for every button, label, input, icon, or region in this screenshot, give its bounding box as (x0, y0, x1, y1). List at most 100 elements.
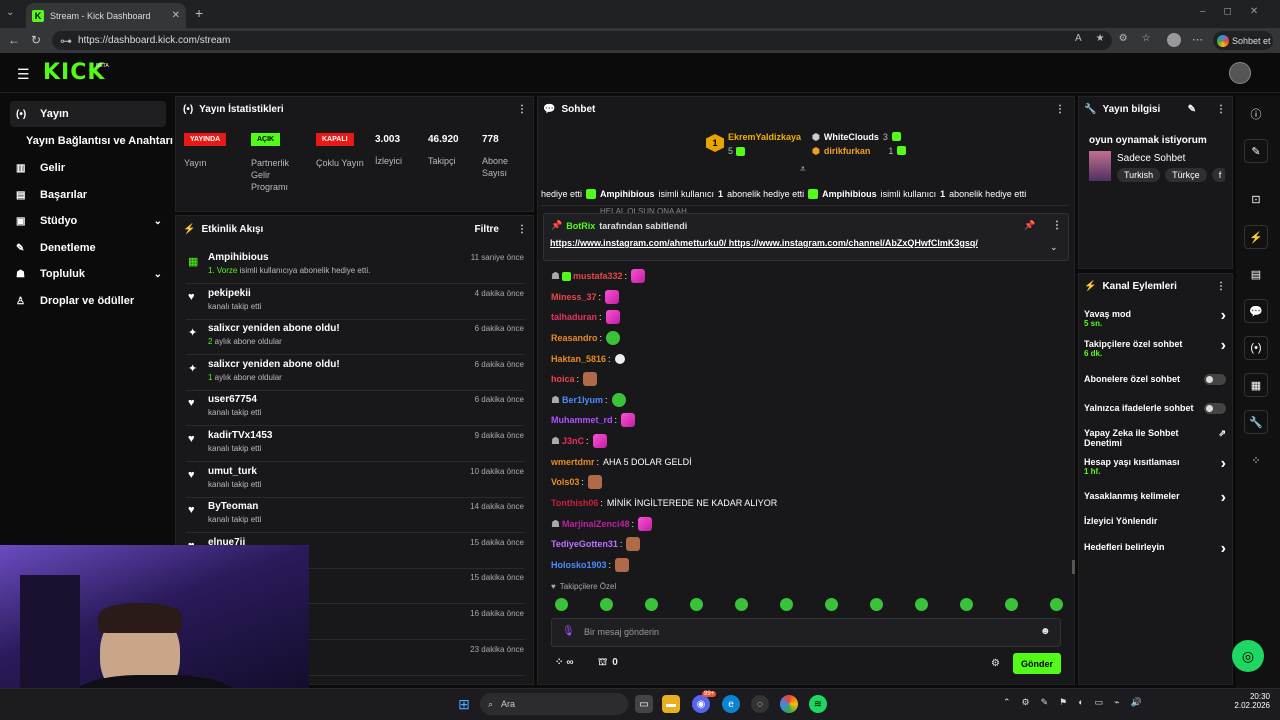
quick-emote-icon[interactable] (645, 598, 658, 611)
chat-username[interactable]: TediyeGotten31 (551, 539, 618, 549)
stats-menu-icon[interactable]: ⋮ (517, 104, 527, 115)
stream-icon[interactable]: (•) (1244, 336, 1268, 360)
quick-emote-icon[interactable] (600, 598, 613, 611)
new-tab-icon[interactable]: + (195, 5, 203, 21)
quick-emote-icon[interactable] (690, 598, 703, 611)
quick-emote-icon[interactable] (1005, 598, 1018, 611)
info-icon[interactable]: ⓘ (1244, 102, 1268, 126)
top-gifter-2[interactable]: ⬢ WhiteClouds 3 (812, 132, 901, 143)
chrome-icon[interactable] (780, 695, 798, 713)
reload-icon[interactable]: ↻ (31, 33, 41, 47)
send-button[interactable]: Gönder (1013, 653, 1061, 674)
quick-actions-icon[interactable]: ⚡ (1244, 225, 1268, 249)
chat-settings-icon[interactable]: ⚙ (991, 658, 1000, 669)
nav-item-1[interactable]: Yayın Bağlantısı ve Anahtarı (10, 128, 173, 154)
category-name[interactable]: Sadece Sohbet (1117, 153, 1185, 164)
windows-start-icon[interactable]: ⊞ (455, 695, 473, 713)
tag-pill[interactable]: Turkish (1117, 168, 1161, 182)
pinned-links[interactable]: https://www.instagram.com/ahmetturku0/ h… (550, 238, 978, 248)
channel-action-0[interactable]: Yavaş mod 5 sn. › (1084, 307, 1226, 335)
nav-item-0[interactable]: (•) Yayın (10, 101, 166, 127)
nav-item-5[interactable]: ✎ Denetleme (10, 235, 166, 261)
emoji-icon[interactable]: ☻ (1040, 626, 1051, 637)
close-tab-icon[interactable]: ✕ (172, 10, 180, 21)
tools-icon[interactable]: 🔧 (1244, 410, 1268, 434)
menu-icon[interactable]: ☰ (17, 66, 30, 83)
quick-emote-icon[interactable] (735, 598, 748, 611)
top-gifter-3[interactable]: ⬢ dirikfurkan 1 (812, 146, 907, 157)
channel-action-7[interactable]: İzleyici Yönlendir (1084, 516, 1226, 530)
address-bar-icons[interactable]: A★⚙☆ (1075, 33, 1165, 44)
channel-action-2[interactable]: Abonelere özel sohbet (1084, 374, 1226, 388)
spotify-icon[interactable]: ≋ (809, 695, 827, 713)
quick-emote-icon[interactable] (780, 598, 793, 611)
pinned-by[interactable]: BotRix (566, 221, 595, 231)
toggle-switch[interactable] (1204, 403, 1226, 414)
expand-leaderboard-icon[interactable]: ⩡ (800, 164, 806, 175)
activity-menu-icon[interactable]: ⋮ (517, 224, 527, 235)
chat-menu-icon[interactable]: ⋮ (1055, 104, 1065, 115)
tab-list-icon[interactable]: ⌄ (6, 7, 14, 18)
activity-item[interactable]: ♥ kadirTVx1453 kanalı takip etti 9 dakika ö… (186, 426, 524, 462)
nav-item-6[interactable]: ☗ Topluluk ⌄ (10, 261, 166, 287)
quick-emote-icon[interactable] (1050, 598, 1063, 611)
system-tray-icons[interactable]: ⌃⚙✎⚑◐▭⌁🔊 (1003, 697, 1153, 708)
chat-username[interactable]: Ber1lyum (562, 395, 603, 405)
chat-username[interactable]: Holosko1903 (551, 560, 607, 570)
nav-item-4[interactable]: ▣ Stüdyo ⌄ (10, 208, 166, 234)
nav-item-2[interactable]: ▥ Gelir (10, 155, 166, 181)
external-link-icon[interactable]: ⇗ (1218, 428, 1226, 439)
tag-pill[interactable]: Türkçe (1165, 168, 1207, 182)
user-avatar[interactable] (1229, 62, 1251, 84)
channel-action-4[interactable]: Yapay Zeka ile Sohbet Denetimi ⇗ (1084, 428, 1226, 454)
discord-icon[interactable]: ◉ (692, 695, 710, 713)
window-controls[interactable]: –◻✕ (1200, 6, 1276, 17)
chat-username[interactable]: wmertdmr (551, 457, 595, 467)
quick-emote-icon[interactable] (960, 598, 973, 611)
edit-icon[interactable]: ✎ (1188, 104, 1196, 115)
channel-action-3[interactable]: Yalnızca ifadelerle sohbet (1084, 403, 1226, 417)
chat-username[interactable]: Miness_37 (551, 292, 597, 302)
category-thumbnail[interactable] (1089, 151, 1111, 181)
back-icon[interactable]: ← (8, 33, 20, 47)
task-view-icon[interactable]: ▭ (635, 695, 653, 713)
activity-item[interactable]: ♥ ByTeoman kanalı takip etti 14 dakika önce (186, 497, 524, 534)
channel-action-1[interactable]: Takipçilere özel sohbet 6 dk. › (1084, 337, 1226, 365)
file-explorer-icon[interactable]: ▬ (662, 695, 680, 713)
unpin-icon[interactable]: 📌 (1024, 220, 1035, 231)
browser-tab[interactable]: K Stream - Kick Dashboard ✕ (26, 3, 186, 28)
filter-button[interactable]: Filtre (475, 224, 499, 235)
channel-action-6[interactable]: Yasaklanmış kelimeler › (1084, 489, 1226, 506)
chevron-down-icon[interactable]: ⌄ (154, 269, 162, 280)
chat-username[interactable]: J3nC (562, 436, 584, 446)
users-panel-icon[interactable]: ⁘ (1244, 448, 1268, 472)
chat-username[interactable]: Muhammet_rd (551, 415, 613, 425)
chat-panel-icon[interactable]: 💬 (1244, 299, 1268, 323)
moderation-icon[interactable]: ⊡ (1244, 187, 1268, 211)
nav-item-3[interactable]: ▤ Başarılar (10, 182, 166, 208)
toggle-switch[interactable] (1204, 374, 1226, 385)
channel-points[interactable]: ⛫ 0 (598, 657, 618, 670)
actions-menu-icon[interactable]: ⋮ (1216, 281, 1226, 292)
quick-emote-icon[interactable] (825, 598, 838, 611)
pinned-menu-icon[interactable]: ⋮ (1052, 220, 1062, 231)
notes-icon[interactable]: ▤ (1244, 262, 1268, 286)
quick-emote-icon[interactable] (915, 598, 928, 611)
viewers-count[interactable]: ⁘ ∞ (555, 657, 574, 668)
info-menu-icon[interactable]: ⋮ (1216, 104, 1226, 115)
activity-item[interactable]: ▦ Ampihibious 1. Vorze isimli kullanıcıya … (186, 248, 524, 284)
edit-stream-icon[interactable]: ✎ (1244, 139, 1268, 163)
chat-username[interactable]: mustafa332 (573, 271, 623, 281)
chat-scrollbar[interactable] (1072, 560, 1075, 574)
chat-username[interactable]: Tonthish06 (551, 498, 598, 508)
channel-action-5[interactable]: Hesap yaşı kısıtlaması 1 hf. › (1084, 455, 1226, 483)
quick-emote-icon[interactable] (555, 598, 568, 611)
activity-feed-icon[interactable]: ▦ (1244, 373, 1268, 397)
chat-username[interactable]: Haktan_5816 (551, 354, 606, 364)
copilot-chat-button[interactable]: Sohbet et (1213, 31, 1273, 50)
chat-username[interactable]: hoica (551, 374, 575, 384)
activity-item[interactable]: ♥ pekipekii kanalı takip etti 4 dakika önce (186, 284, 524, 320)
site-info-icon[interactable]: ⊶ (60, 34, 72, 48)
tag-pill[interactable]: f (1211, 168, 1225, 182)
edge-icon[interactable]: e (722, 695, 740, 713)
